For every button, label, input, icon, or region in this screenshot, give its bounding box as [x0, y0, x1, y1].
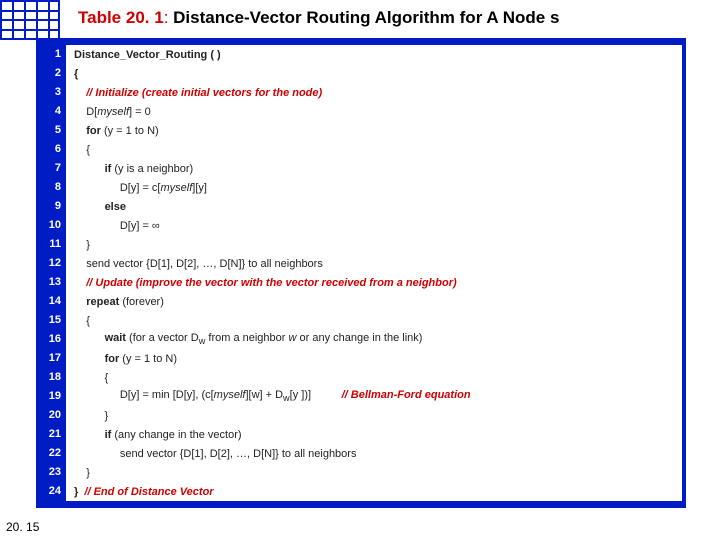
code-text: {: [66, 315, 682, 327]
slide-number: 20. 15: [6, 520, 39, 534]
line-number: 2: [40, 64, 66, 83]
algo-line: 15 {: [40, 311, 682, 330]
algo-line: 8 D[y] = c[myself][y]: [40, 178, 682, 197]
line-number: 12: [40, 254, 66, 273]
algo-line: 9 else: [40, 197, 682, 216]
line-number: 21: [40, 425, 66, 444]
code-text: if (any change in the vector): [66, 429, 682, 441]
line-number: 20: [40, 406, 66, 425]
code-text: wait (for a vector Dw from a neighbor w …: [66, 332, 682, 346]
line-number: 19: [40, 387, 66, 406]
algo-line: 14 repeat (forever): [40, 292, 682, 311]
algo-line: 19 D[y] = min [D[y], (c[myself][w] + Dw[…: [40, 387, 682, 406]
code-text: D[myself] = 0: [66, 106, 682, 118]
title-subtitle: Distance-Vector Routing Algorithm for A …: [173, 8, 559, 27]
algo-line: 24} // End of Distance Vector: [40, 482, 682, 501]
code-text: // Initialize (create initial vectors fo…: [66, 87, 682, 99]
algo-line: 3 // Initialize (create initial vectors …: [40, 83, 682, 102]
code-text: for (y = 1 to N): [66, 125, 682, 137]
code-text: D[y] = c[myself][y]: [66, 182, 682, 194]
code-text: } // End of Distance Vector: [66, 486, 682, 498]
algo-line: 22 send vector {D[1], D[2], …, D[N]} to …: [40, 444, 682, 463]
code-text: }: [66, 239, 682, 251]
line-number: 5: [40, 121, 66, 140]
line-number: 23: [40, 463, 66, 482]
line-number: 11: [40, 235, 66, 254]
code-text: if (y is a neighbor): [66, 163, 682, 175]
code-text: {: [66, 144, 682, 156]
line-number: 7: [40, 159, 66, 178]
algo-line: 13 // Update (improve the vector with th…: [40, 273, 682, 292]
code-text: repeat (forever): [66, 296, 682, 308]
line-number: 22: [40, 444, 66, 463]
slide-logo-grid: [0, 0, 60, 40]
algo-line: 21 if (any change in the vector): [40, 425, 682, 444]
algo-line: 12 send vector {D[1], D[2], …, D[N]} to …: [40, 254, 682, 273]
algo-line: 10 D[y] = ∞: [40, 216, 682, 235]
algorithm-box: 1Distance_Vector_Routing ( )2{3 // Initi…: [36, 38, 686, 508]
algo-line: 17 for (y = 1 to N): [40, 349, 682, 368]
algo-line: 4 D[myself] = 0: [40, 102, 682, 121]
algo-line: 11 }: [40, 235, 682, 254]
line-number: 3: [40, 83, 66, 102]
algo-line: 1Distance_Vector_Routing ( ): [40, 45, 682, 64]
line-number: 14: [40, 292, 66, 311]
line-number: 24: [40, 482, 66, 501]
code-text: {: [66, 372, 682, 384]
code-text: for (y = 1 to N): [66, 353, 682, 365]
line-number: 9: [40, 197, 66, 216]
code-text: send vector {D[1], D[2], …, D[N]} to all…: [66, 448, 682, 460]
line-number: 13: [40, 273, 66, 292]
line-number: 16: [40, 330, 66, 349]
line-number: 18: [40, 368, 66, 387]
title-label: Table 20. 1: [78, 8, 164, 27]
line-number: 4: [40, 102, 66, 121]
code-text: D[y] = ∞: [66, 220, 682, 232]
code-text: Distance_Vector_Routing ( ): [66, 49, 682, 61]
line-number: 10: [40, 216, 66, 235]
algo-line: 23 }: [40, 463, 682, 482]
code-text: D[y] = min [D[y], (c[myself][w] + Dw[y ]…: [66, 389, 682, 403]
code-text: else: [66, 201, 682, 213]
code-text: {: [66, 68, 682, 80]
slide-title: Table 20. 1: Distance-Vector Routing Alg…: [78, 8, 559, 28]
code-text: // Update (improve the vector with the v…: [66, 277, 682, 289]
algo-line: 16 wait (for a vector Dw from a neighbor…: [40, 330, 682, 349]
algo-line: 6 {: [40, 140, 682, 159]
line-number: 6: [40, 140, 66, 159]
code-text: }: [66, 410, 682, 422]
algo-line: 5 for (y = 1 to N): [40, 121, 682, 140]
algo-line: 2{: [40, 64, 682, 83]
algo-line: 18 {: [40, 368, 682, 387]
line-number: 15: [40, 311, 66, 330]
algo-line: 20 }: [40, 406, 682, 425]
code-text: }: [66, 467, 682, 479]
title-separator: :: [164, 8, 173, 27]
line-number: 8: [40, 178, 66, 197]
line-number: 17: [40, 349, 66, 368]
algo-line: 7 if (y is a neighbor): [40, 159, 682, 178]
line-number: 1: [40, 45, 66, 64]
code-text: send vector {D[1], D[2], …, D[N]} to all…: [66, 258, 682, 270]
